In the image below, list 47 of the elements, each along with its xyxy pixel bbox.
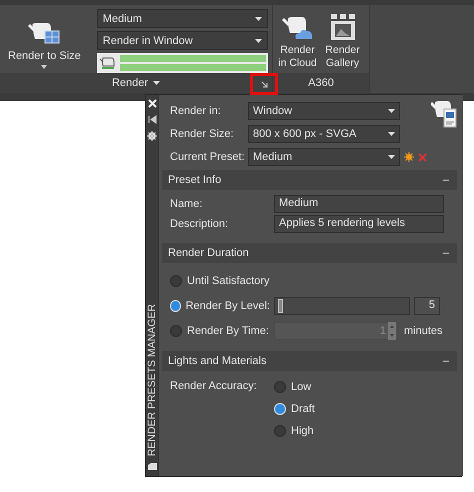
caret-icon — [153, 81, 160, 85]
palette-title: RENDER PRESETS MANAGER — [146, 304, 158, 456]
field-label: Render Size: — [169, 128, 235, 140]
teapot-icon — [98, 55, 117, 71]
render-in-cloud-button[interactable]: Render in Cloud — [275, 9, 320, 73]
dropdown[interactable]: Medium — [96, 9, 268, 28]
section-header[interactable]: Preset Info – — [162, 170, 457, 190]
unit-label: minutes — [404, 324, 443, 336]
radio-option[interactable]: High — [274, 422, 315, 440]
dropdown[interactable]: Window — [248, 102, 400, 120]
gallery-icon — [328, 13, 356, 41]
radio-option[interactable]: Draft — [274, 400, 315, 418]
radio-option[interactable]: Low — [274, 378, 315, 396]
level-slider[interactable] — [274, 296, 410, 314]
caret-icon — [41, 65, 48, 69]
caret-icon — [388, 132, 395, 136]
radio-option[interactable]: Until Satisfactory — [170, 272, 270, 290]
settings-icon[interactable] — [147, 131, 157, 141]
render-gallery-button[interactable]: Render Gallery — [320, 9, 365, 73]
text-field[interactable]: Applies 5 rendering levels — [274, 215, 444, 233]
radio-option[interactable]: Render By Level: — [170, 296, 270, 314]
properties-icon[interactable] — [148, 463, 156, 470]
dropdown[interactable]: Medium — [248, 148, 400, 166]
text-field[interactable]: Medium — [274, 195, 444, 213]
close-icon[interactable] — [148, 99, 156, 108]
field-label: Render in: — [169, 105, 222, 117]
field-label: Description: — [170, 218, 230, 230]
slider-thumb[interactable] — [278, 298, 283, 312]
new-preset-icon[interactable] — [404, 152, 414, 162]
field-label: Current Preset: — [169, 151, 244, 163]
level-field[interactable]: 5 — [414, 296, 440, 314]
dropdown[interactable]: 800 x 600 px - SVGA — [248, 125, 400, 143]
caret-icon — [255, 38, 262, 42]
dropdown[interactable]: Render in Window — [96, 31, 268, 50]
section-header[interactable]: Render Duration – — [162, 243, 457, 263]
arrow-icon — [260, 80, 268, 88]
field-label: Name: — [170, 198, 204, 210]
render-to-size-button[interactable]: Render to Size — [6, 9, 83, 73]
panel-title[interactable]: Render — [112, 77, 148, 89]
panel-title[interactable]: A360 — [308, 77, 334, 89]
caret-icon — [255, 16, 262, 20]
section-header[interactable]: Lights and Materials – — [162, 351, 457, 371]
caret-icon — [388, 109, 395, 113]
caret-icon — [388, 155, 395, 159]
teapot-window-icon[interactable] — [431, 99, 457, 129]
field-label: Render Accuracy: — [170, 379, 258, 394]
auto-hide-icon[interactable] — [148, 115, 156, 124]
